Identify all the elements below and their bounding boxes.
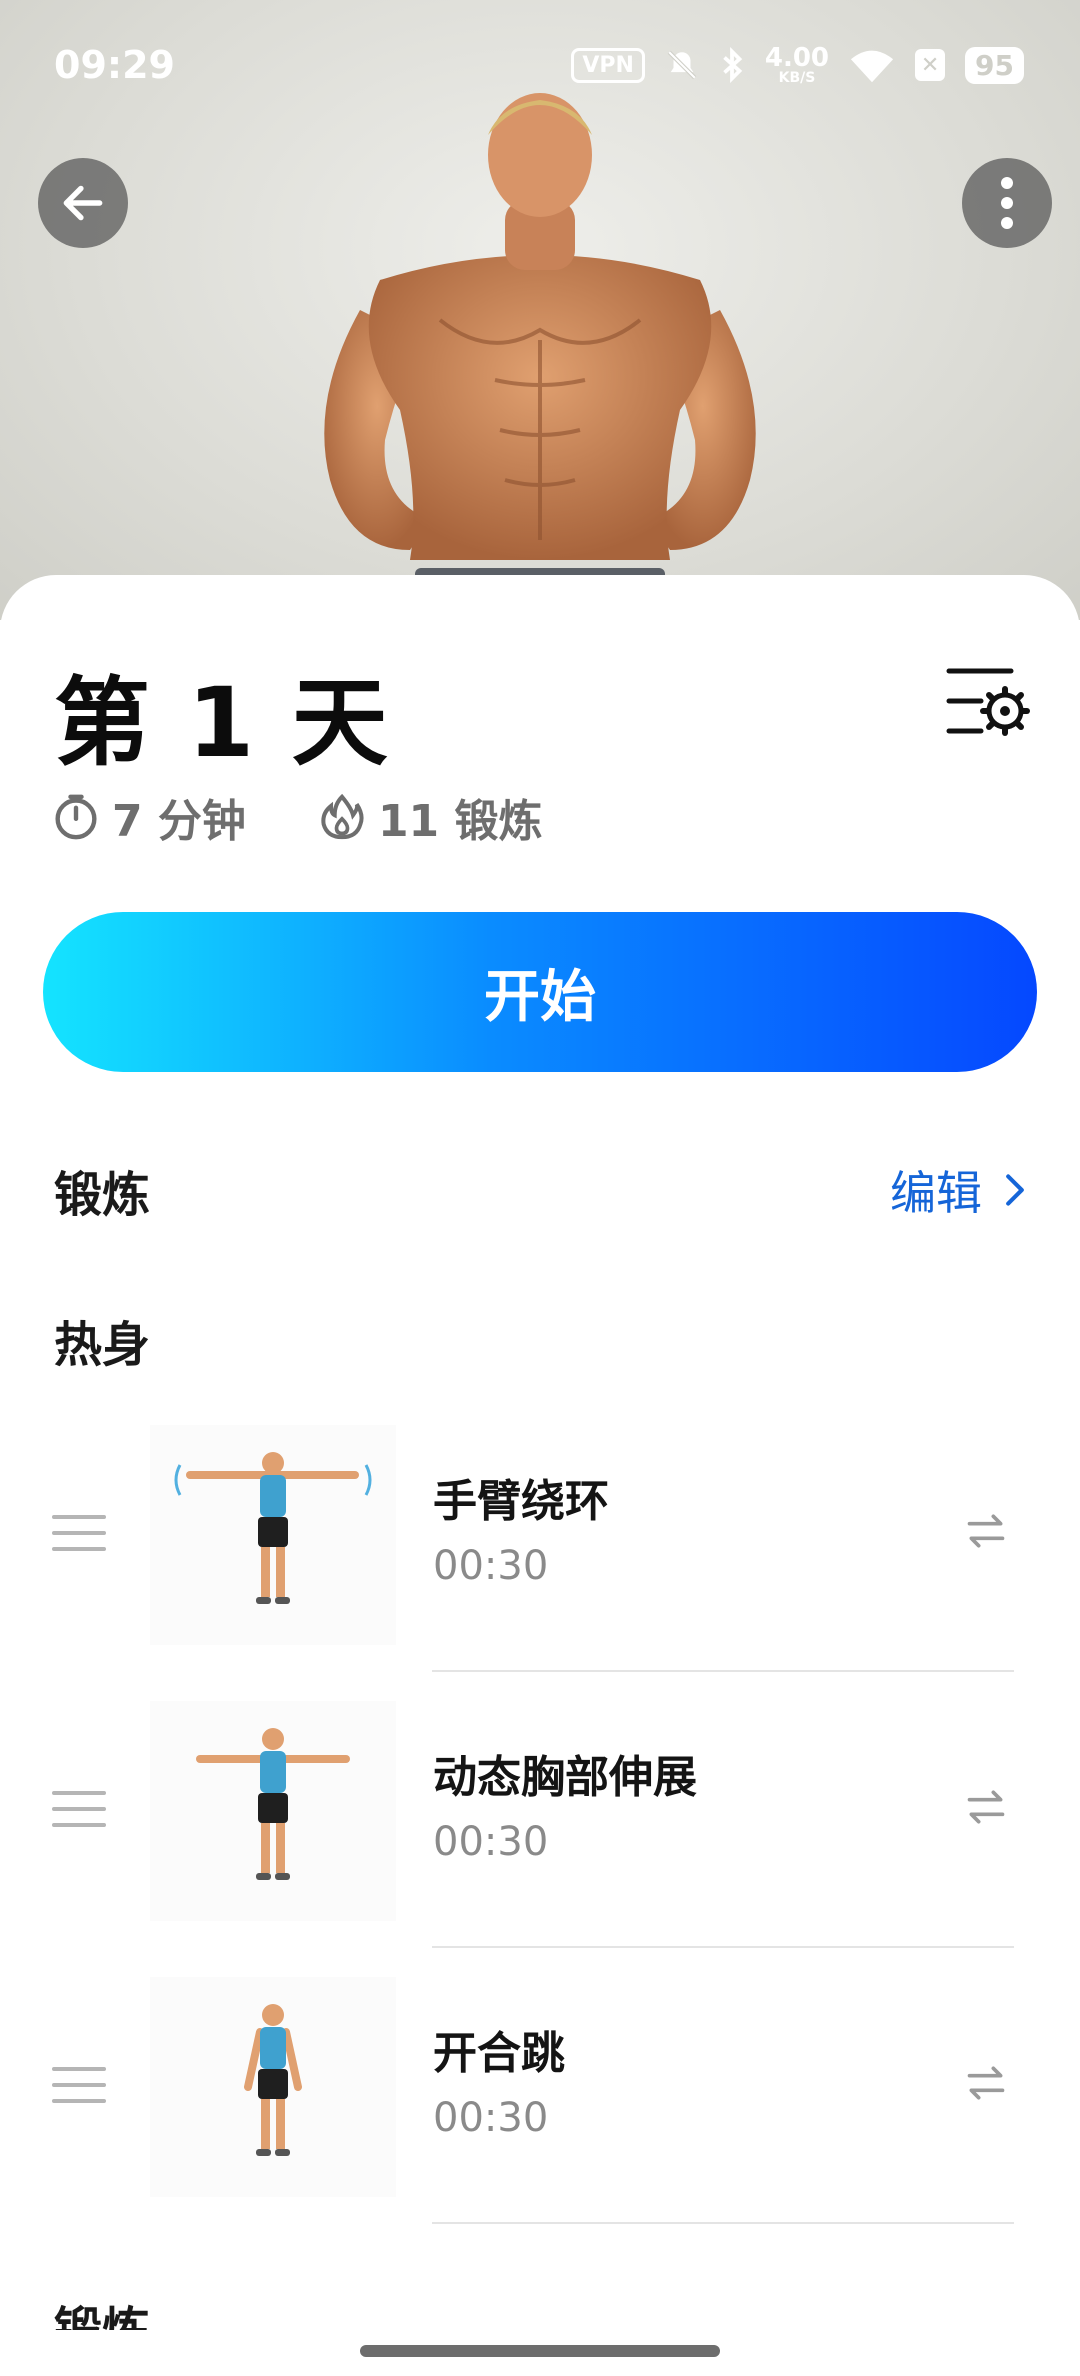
exercise-name: 开合跳 bbox=[433, 2028, 565, 2079]
flame-icon bbox=[321, 793, 364, 840]
drag-handle-icon[interactable] bbox=[52, 2065, 106, 2105]
edit-button[interactable]: 编辑 bbox=[890, 1157, 1026, 1223]
x-box-icon: ✕ bbox=[915, 49, 946, 81]
workout-meta: 7 分钟 11 锻炼 bbox=[54, 785, 543, 849]
list-item[interactable]: 开合跳 00:30 bbox=[0, 1947, 1080, 2224]
swap-icon[interactable] bbox=[964, 2061, 1008, 2105]
list-settings-icon[interactable] bbox=[945, 665, 1031, 737]
workout-sheet: 第 1 天 7 分钟 11 锻炼 开始 锻炼 编辑 热身 手臂绕环 00:30 … bbox=[0, 575, 1080, 2376]
vpn-icon: VPN bbox=[571, 47, 645, 83]
section-title: 锻炼 bbox=[54, 1167, 151, 1223]
exercise-duration: 00:30 bbox=[433, 2095, 549, 2141]
arrow-left-icon bbox=[63, 185, 103, 221]
swap-icon[interactable] bbox=[964, 1509, 1008, 1553]
exercise-thumbnail bbox=[150, 1701, 396, 1921]
exercise-duration: 00:30 bbox=[433, 1819, 549, 1865]
more-options-button[interactable] bbox=[962, 158, 1052, 248]
exercise-count-text: 11 锻炼 bbox=[377, 796, 543, 847]
bluetooth-icon bbox=[723, 47, 743, 83]
drag-handle-icon[interactable] bbox=[52, 1789, 106, 1829]
exercise-thumbnail bbox=[150, 1977, 396, 2197]
exercise-duration: 00:30 bbox=[433, 1543, 549, 1589]
next-section-title: 锻炼 bbox=[54, 2302, 151, 2330]
hero-image: 09:29 VPN 4.00 KB/S ✕ 95 bbox=[0, 0, 1080, 620]
battery-icon: 95 bbox=[965, 46, 1024, 84]
status-bar: 09:29 VPN 4.00 KB/S ✕ 95 bbox=[0, 0, 1080, 130]
divider bbox=[432, 2222, 1014, 2224]
wifi-icon bbox=[850, 50, 894, 83]
back-button[interactable] bbox=[38, 158, 128, 248]
swap-icon[interactable] bbox=[964, 1785, 1008, 1829]
vertical-dots-icon bbox=[1001, 177, 1013, 229]
timer-icon bbox=[55, 794, 97, 840]
fitness-model-image bbox=[324, 93, 756, 598]
exercise-name: 动态胸部伸展 bbox=[433, 1752, 697, 1803]
exercise-count-info: 11 锻炼 bbox=[320, 785, 543, 849]
status-time: 09:29 bbox=[54, 43, 175, 87]
list-item[interactable]: 动态胸部伸展 00:30 bbox=[0, 1671, 1080, 1948]
mute-bell-icon bbox=[667, 50, 697, 80]
exercises-header: 锻炼 编辑 bbox=[54, 1155, 1026, 1225]
duration-info: 7 分钟 bbox=[54, 785, 246, 849]
exercise-name: 手臂绕环 bbox=[433, 1476, 609, 1527]
list-item[interactable]: 手臂绕环 00:30 bbox=[0, 1395, 1080, 1672]
start-button[interactable]: 开始 bbox=[43, 912, 1037, 1072]
warmup-title: 热身 bbox=[54, 1317, 151, 1373]
network-speed: 4.00 KB/S bbox=[764, 43, 830, 86]
home-indicator[interactable] bbox=[360, 2345, 720, 2357]
duration-text: 7 分钟 bbox=[112, 796, 246, 847]
page-title: 第 1 天 bbox=[54, 667, 390, 779]
edit-label: 编辑 bbox=[890, 1166, 982, 1220]
exercise-thumbnail bbox=[150, 1425, 396, 1645]
drag-handle-icon[interactable] bbox=[52, 1513, 106, 1553]
warmup-header: 热身 bbox=[54, 1305, 1026, 1375]
chevron-right-icon bbox=[1006, 1174, 1024, 1206]
